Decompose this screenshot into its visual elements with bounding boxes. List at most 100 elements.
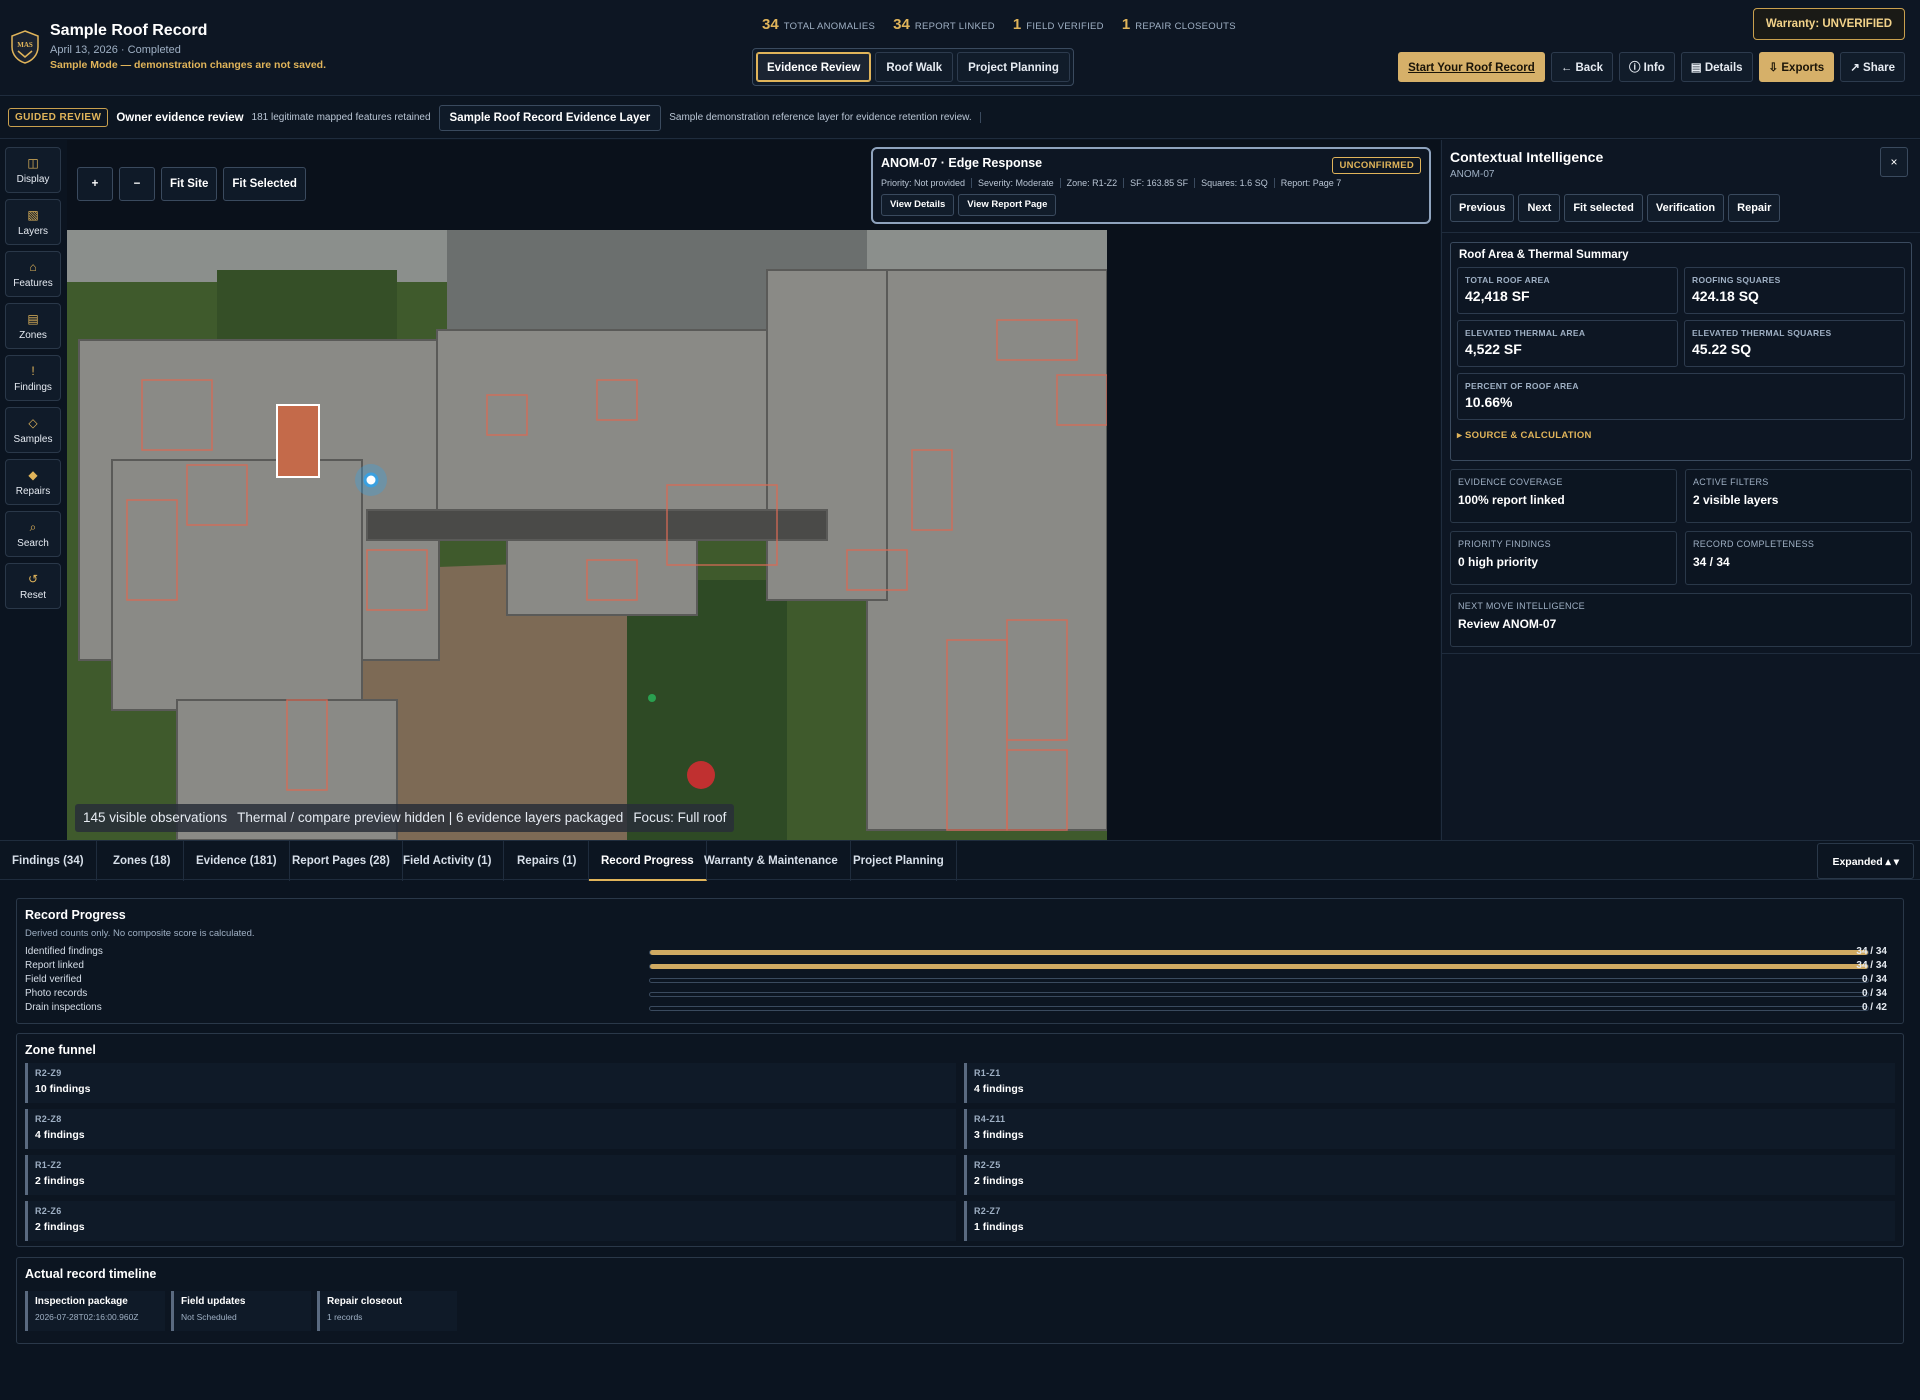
tab-record-progress[interactable]: Record Progress xyxy=(589,841,707,881)
source-calculation-toggle[interactable]: ▸ SOURCE & CALCULATION xyxy=(1457,430,1905,441)
rail-features-button[interactable]: ⌂ Features xyxy=(5,251,61,297)
tab-repairs[interactable]: Repairs (1) xyxy=(505,841,590,881)
stat-total-anomalies: 34 Total Anomalies xyxy=(762,16,876,33)
tab-project-planning[interactable]: Project Planning xyxy=(957,52,1070,82)
guide-title: Owner evidence review xyxy=(116,111,244,124)
shield-logo-icon: MAS xyxy=(11,30,39,64)
record-subtitle: April 13, 2026 · Completed xyxy=(50,44,181,56)
repair-button[interactable]: Repair xyxy=(1728,194,1781,222)
priority-findings-card: PRIORITY FINDINGS 0 high priority xyxy=(1450,531,1677,585)
anomaly-squares: Squares: 1.6 SQ xyxy=(1194,178,1268,188)
progress-row: Photo records 0 / 34 xyxy=(25,988,1887,999)
tab-zones[interactable]: Zones (18) xyxy=(101,841,184,881)
close-icon[interactable]: × xyxy=(1880,147,1908,177)
rail-search-button[interactable]: ⌕ Search xyxy=(5,511,61,557)
samples-icon: ◇ xyxy=(28,415,38,430)
app-header: MAS Sample Roof Record April 13, 2026 · … xyxy=(0,0,1920,96)
tab-findings[interactable]: Findings (34) xyxy=(0,841,97,881)
anomaly-priority: Priority: Not provided xyxy=(881,178,966,188)
timeline-title: Actual record timeline xyxy=(25,1267,157,1281)
rail-repairs-button[interactable]: ◆ Repairs xyxy=(5,459,61,505)
thermal-preview-status: Thermal / compare preview hidden | 6 evi… xyxy=(237,810,624,825)
record-progress-title: Record Progress xyxy=(25,908,126,922)
layers-icon: ▧ xyxy=(27,207,39,222)
zoom-in-button[interactable]: + xyxy=(77,167,113,201)
rail-layers-button[interactable]: ▧ Layers xyxy=(5,199,61,245)
divider xyxy=(1442,232,1920,233)
progress-row: Field verified 0 / 34 xyxy=(25,974,1887,985)
tab-evidence-review[interactable]: Evidence Review xyxy=(756,52,872,82)
rail-reset-button[interactable]: ↺ Reset xyxy=(5,563,61,609)
exports-button[interactable]: ⇩ Exports xyxy=(1758,52,1835,82)
stat-repair-closeouts: 1 Repair Closeouts xyxy=(1121,16,1236,33)
zone-card[interactable]: R2-Z8 4 findings xyxy=(25,1109,956,1149)
aerial-roof-image xyxy=(67,230,1107,840)
zone-card[interactable]: R2-Z5 2 findings xyxy=(964,1155,1895,1195)
anomaly-severity: Severity: Moderate xyxy=(971,178,1054,188)
tab-report-pages[interactable]: Report Pages (28) xyxy=(280,841,403,881)
zoom-out-button[interactable]: − xyxy=(119,167,155,201)
zone-card[interactable]: R2-Z9 10 findings xyxy=(25,1063,956,1103)
record-title: Sample Roof Record xyxy=(50,22,208,39)
info-button[interactable]: ⓘ Info xyxy=(1618,52,1675,82)
repairs-icon: ◆ xyxy=(28,467,38,482)
display-icon: ◫ xyxy=(27,155,39,170)
back-button[interactable]: ← Back xyxy=(1550,52,1613,82)
rail-display-button[interactable]: ◫ Display xyxy=(5,147,61,193)
active-filters-card: ACTIVE FILTERS 2 visible layers xyxy=(1685,469,1912,523)
stat-report-linked: 34 Report Linked xyxy=(893,16,995,33)
thermal-summary-card: Roof Area & Thermal Summary TOTAL ROOF A… xyxy=(1450,242,1912,461)
map-viewport[interactable]: + − Fit Site Fit Selected ANOM-07 · Edge… xyxy=(67,140,1440,840)
start-roof-record-button[interactable]: Start Your Roof Record xyxy=(1398,52,1545,82)
aerial-roof-map[interactable] xyxy=(67,230,1107,840)
sample-mode-note: Sample Mode — demonstration changes are … xyxy=(50,59,326,71)
tab-warranty-maintenance[interactable]: Warranty & Maintenance xyxy=(692,841,851,881)
tab-project-planning-bottom[interactable]: Project Planning xyxy=(841,841,957,881)
tab-evidence[interactable]: Evidence (181) xyxy=(184,841,290,881)
findings-icon: ! xyxy=(31,363,35,378)
visible-observations: 145 visible observations xyxy=(83,810,228,825)
warranty-badge[interactable]: Warranty: UNVERIFIED xyxy=(1752,8,1905,40)
rail-zones-button[interactable]: ▤ Zones xyxy=(5,303,61,349)
tab-roof-walk[interactable]: Roof Walk xyxy=(875,52,954,82)
rail-findings-button[interactable]: ! Findings xyxy=(5,355,61,401)
details-button[interactable]: ▤ Details xyxy=(1680,52,1753,82)
evidence-coverage-card: EVIDENCE COVERAGE 100% report linked xyxy=(1450,469,1677,523)
fit-selected-panel-button[interactable]: Fit selected xyxy=(1564,194,1643,222)
fit-selected-button[interactable]: Fit Selected xyxy=(223,167,306,201)
zone-card[interactable]: R1-Z2 2 findings xyxy=(25,1155,956,1195)
view-report-page-button[interactable]: View Report Page xyxy=(958,194,1057,216)
rail-samples-button[interactable]: ◇ Samples xyxy=(5,407,61,453)
next-button[interactable]: Next xyxy=(1518,194,1561,222)
tab-field-activity[interactable]: Field Activity (1) xyxy=(391,841,505,881)
next-move-card[interactable]: NEXT MOVE INTELLIGENCE Review ANOM-07 xyxy=(1450,593,1912,647)
roofing-squares: ROOFING SQUARES 424.18 SQ xyxy=(1684,267,1905,314)
total-roof-area: TOTAL ROOF AREA 42,418 SF xyxy=(1457,267,1678,314)
anomaly-report-page: Report: Page 7 xyxy=(1273,178,1341,188)
share-button[interactable]: ↗ Share xyxy=(1840,52,1905,82)
evidence-layer-button[interactable]: Sample Roof Record Evidence Layer xyxy=(438,104,662,131)
previous-button[interactable]: Previous xyxy=(1450,194,1515,222)
svg-text:MAS: MAS xyxy=(17,41,33,49)
zone-card[interactable]: R2-Z7 1 findings xyxy=(964,1201,1895,1241)
verification-button[interactable]: Verification xyxy=(1646,194,1725,222)
progress-bar xyxy=(649,992,1869,997)
zone-card[interactable]: R4-Z11 3 findings xyxy=(964,1109,1895,1149)
percent-of-roof-area: PERCENT OF ROOF AREA 10.66% xyxy=(1457,373,1905,420)
record-progress-subtitle: Derived counts only. No composite score … xyxy=(25,928,255,939)
panel-title: Contextual Intelligence xyxy=(1450,149,1604,165)
divider xyxy=(1442,653,1920,654)
zone-funnel-panel: Zone funnel R2-Z9 10 findings R1-Z1 4 find… xyxy=(16,1033,1904,1247)
anomaly-zone: Zone: R1-Z2 xyxy=(1059,178,1117,188)
fit-site-button[interactable]: Fit Site xyxy=(161,167,218,201)
elevated-thermal-area: ELEVATED THERMAL AREA 4,522 SF xyxy=(1457,320,1678,367)
zone-card[interactable]: R1-Z1 4 findings xyxy=(964,1063,1895,1103)
view-details-button[interactable]: View Details xyxy=(881,194,955,216)
elevated-thermal-squares: ELEVATED THERMAL SQUARES 45.22 SQ xyxy=(1684,320,1905,367)
zone-card[interactable]: R2-Z6 2 findings xyxy=(25,1201,956,1241)
guided-review-badge: GUIDED REVIEW xyxy=(8,108,109,127)
expanded-toggle[interactable]: Expanded ▴ ▾ xyxy=(1817,843,1914,879)
header-stats: 34 Total Anomalies 34 Report Linked 1 Field… xyxy=(762,16,1236,33)
anomaly-sf: SF: 163.85 SF xyxy=(1123,178,1188,188)
mode-tabs: Evidence Review Roof Walk Project Planni… xyxy=(752,48,1074,86)
